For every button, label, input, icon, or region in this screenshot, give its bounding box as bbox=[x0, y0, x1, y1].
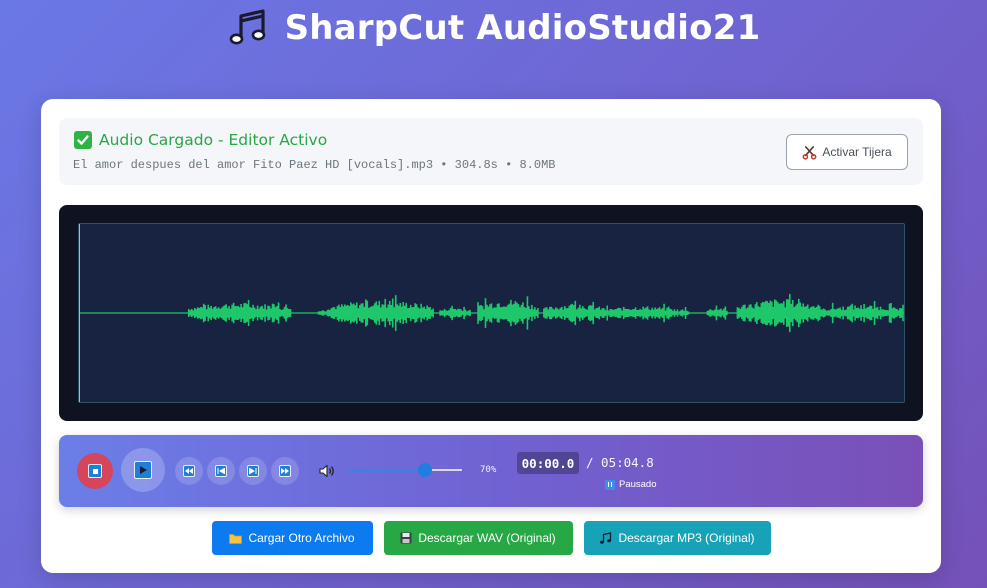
volume-thumb[interactable] bbox=[418, 463, 432, 477]
forward-icon bbox=[247, 465, 259, 477]
load-button-label: Cargar Otro Archivo bbox=[248, 531, 355, 545]
load-another-file-button[interactable]: Cargar Otro Archivo bbox=[211, 521, 373, 555]
play-icon bbox=[134, 461, 152, 479]
waveform-graphic bbox=[79, 224, 904, 402]
current-time: 00:00.0 bbox=[517, 452, 579, 474]
total-time: / 05:04.8 bbox=[586, 455, 654, 470]
volume-slider[interactable] bbox=[348, 461, 462, 479]
stop-button[interactable] bbox=[77, 453, 113, 489]
forward-fast-button[interactable] bbox=[271, 457, 299, 485]
play-state: Pausado bbox=[605, 479, 657, 490]
forward-fast-icon bbox=[279, 465, 291, 477]
app-title: SharpCut AudioStudio21 bbox=[284, 8, 761, 48]
file-info-panel: Audio Cargado - Editor Activo El amor de… bbox=[59, 118, 923, 185]
play-state-label: Pausado bbox=[619, 479, 657, 490]
volume-fill bbox=[348, 469, 425, 471]
speaker-icon[interactable] bbox=[318, 462, 336, 480]
player-controls: 70% 00:00.0 / 05:04.8 Pausado bbox=[59, 435, 923, 507]
download-wav-button[interactable]: Descargar WAV (Original) bbox=[383, 521, 573, 555]
music-note-icon bbox=[600, 531, 612, 544]
editor-card: Audio Cargado - Editor Activo El amor de… bbox=[41, 99, 941, 573]
stop-icon bbox=[88, 464, 102, 478]
waveform-frame bbox=[59, 205, 923, 421]
download-mp3-label: Descargar MP3 (Original) bbox=[618, 531, 755, 545]
scissors-icon bbox=[802, 145, 817, 160]
rewind-fast-icon bbox=[183, 465, 195, 477]
status-line: Audio Cargado - Editor Activo bbox=[74, 131, 327, 149]
volume-label: 70% bbox=[480, 465, 497, 475]
activate-scissors-button[interactable]: Activar Tijera bbox=[786, 134, 908, 170]
app-header: SharpCut AudioStudio21 bbox=[0, 6, 987, 50]
forward-button[interactable] bbox=[239, 457, 267, 485]
status-label: Audio Cargado - Editor Activo bbox=[99, 131, 328, 149]
waveform-canvas[interactable] bbox=[78, 223, 905, 403]
file-meta: El amor despues del amor Fito Paez HD [v… bbox=[73, 158, 556, 172]
rewind-icon bbox=[215, 465, 227, 477]
floppy-disk-icon bbox=[400, 532, 412, 544]
action-buttons: Cargar Otro Archivo Descargar WAV (Origi… bbox=[41, 521, 941, 555]
play-button[interactable] bbox=[121, 448, 165, 492]
folder-icon bbox=[229, 533, 243, 544]
rewind-fast-button[interactable] bbox=[175, 457, 203, 485]
check-icon bbox=[74, 131, 92, 149]
download-mp3-button[interactable]: Descargar MP3 (Original) bbox=[583, 521, 771, 555]
scissors-button-label: Activar Tijera bbox=[822, 145, 892, 159]
pause-icon bbox=[605, 479, 615, 490]
music-notes-icon bbox=[229, 9, 265, 45]
rewind-button[interactable] bbox=[207, 457, 235, 485]
download-wav-label: Descargar WAV (Original) bbox=[418, 531, 556, 545]
